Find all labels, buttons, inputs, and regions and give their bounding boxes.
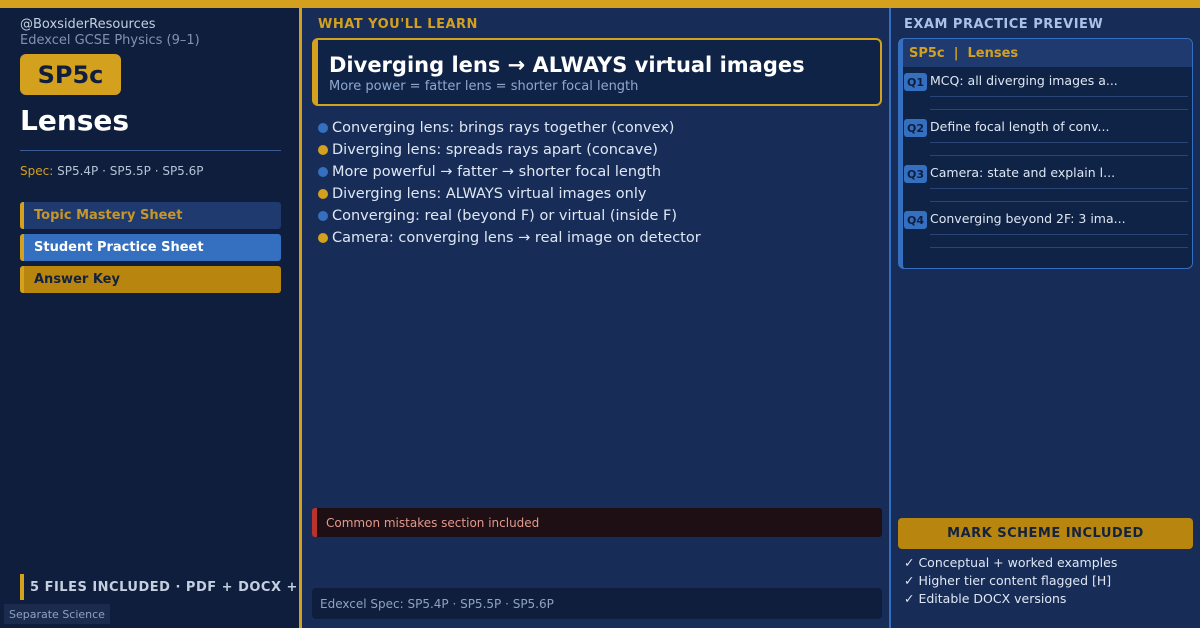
spec-label: Spec:: [20, 164, 54, 178]
category-tag: Separate Science: [4, 604, 110, 624]
question-number-badge: Q3: [904, 165, 927, 183]
list-item-text: Diverging lens: spreads rays apart (conc…: [332, 142, 658, 158]
list-item: Converging: real (beyond F) or virtual (…: [318, 205, 701, 227]
spec-footer: Edexcel Spec: SP5.4P · SP5.5P · SP5.6P: [312, 588, 882, 619]
question-row: Q1 MCQ: all diverging images a...: [903, 69, 1192, 115]
course-name: Edexcel GCSE Physics (9–1): [20, 33, 200, 48]
answer-line: [930, 96, 1188, 97]
answer-line: [930, 142, 1188, 143]
list-item: More powerful → fatter → shorter focal l…: [318, 161, 701, 183]
hero-subtitle: More power = fatter lens = shorter focal…: [329, 79, 639, 94]
question-number-badge: Q4: [904, 211, 927, 229]
list-item-text: More powerful → fatter → shorter focal l…: [332, 164, 662, 180]
question-text: MCQ: all diverging images a...: [930, 73, 1118, 88]
spec-line: Spec: SP5.4P · SP5.5P · SP5.6P: [20, 164, 204, 178]
mark-scheme-banner: MARK SCHEME INCLUDED: [898, 518, 1193, 549]
question-text: Define focal length of conv...: [930, 119, 1110, 134]
right-panel: EXAM PRACTICE PREVIEW SP5c | Lenses Q1 M…: [891, 8, 1200, 628]
topic-code-badge: SP5c: [20, 54, 121, 95]
divider: [20, 150, 281, 151]
list-item: Camera: converging lens → real image on …: [318, 227, 701, 249]
bullet-dot-icon: [318, 211, 328, 221]
answer-line: [930, 188, 1188, 189]
answer-line: [930, 109, 1188, 110]
list-item-text: Converging: real (beyond F) or virtual (…: [332, 208, 678, 224]
hero-title: Diverging lens → ALWAYS virtual images: [329, 53, 805, 77]
brand-handle: @BoxsiderResources: [20, 17, 156, 32]
tab-topic-mastery-sheet[interactable]: Topic Mastery Sheet: [20, 202, 281, 229]
question-row: Q2 Define focal length of conv...: [903, 115, 1192, 161]
mistakes-notice: Common mistakes section included: [312, 508, 882, 537]
feature-item: ✓ Higher tier content flagged [H]: [904, 573, 1112, 588]
left-panel: @BoxsiderResources Edexcel GCSE Physics …: [0, 8, 335, 628]
question-row: Q4 Converging beyond 2F: 3 ima...: [903, 207, 1192, 253]
question-text: Camera: state and explain l...: [930, 165, 1116, 180]
bullet-dot-icon: [318, 123, 328, 133]
answer-line: [930, 234, 1188, 235]
question-number-badge: Q1: [904, 73, 927, 91]
top-accent-bar: [0, 0, 1200, 8]
list-item-text: Converging lens: brings rays together (c…: [332, 120, 675, 136]
exam-card-title: SP5c | Lenses: [903, 39, 1192, 67]
list-item: Diverging lens: spreads rays apart (conc…: [318, 139, 701, 161]
answer-line: [930, 247, 1188, 248]
list-item: Converging lens: brings rays together (c…: [318, 117, 701, 139]
list-item-text: Camera: converging lens → real image on …: [332, 230, 701, 246]
exam-heading: EXAM PRACTICE PREVIEW: [904, 17, 1104, 32]
tab-student-practice-sheet[interactable]: Student Practice Sheet: [20, 234, 281, 261]
list-item-text: Diverging lens: ALWAYS virtual images on…: [332, 186, 647, 202]
question-row: Q3 Camera: state and explain l...: [903, 161, 1192, 207]
hero-callout: Diverging lens → ALWAYS virtual images M…: [312, 38, 882, 106]
topic-title: Lenses: [20, 104, 130, 137]
files-included-label: 5 FILES INCLUDED · PDF + DOCX + PNG: [20, 574, 335, 600]
features-list: ✓ Conceptual + worked examples ✓ Higher …: [904, 554, 1117, 608]
feature-item: ✓ Editable DOCX versions: [904, 591, 1067, 606]
question-text: Converging beyond 2F: 3 ima...: [930, 211, 1126, 226]
exam-preview-card: SP5c | Lenses Q1 MCQ: all diverging imag…: [898, 38, 1193, 269]
bullet-dot-icon: [318, 233, 328, 243]
learning-points-list: Converging lens: brings rays together (c…: [318, 117, 701, 249]
feature-item: ✓ Conceptual + worked examples: [904, 555, 1118, 570]
bullet-dot-icon: [318, 189, 328, 199]
bullet-dot-icon: [318, 167, 328, 177]
question-number-badge: Q2: [904, 119, 927, 137]
answer-line: [930, 155, 1188, 156]
center-panel: WHAT YOU'LL LEARN Diverging lens → ALWAY…: [299, 8, 891, 628]
spec-codes: SP5.4P · SP5.5P · SP5.6P: [57, 164, 204, 178]
learn-heading: WHAT YOU'LL LEARN: [318, 17, 478, 32]
list-item: Diverging lens: ALWAYS virtual images on…: [318, 183, 701, 205]
answer-line: [930, 201, 1188, 202]
tab-answer-key[interactable]: Answer Key: [20, 266, 281, 293]
bullet-dot-icon: [318, 145, 328, 155]
